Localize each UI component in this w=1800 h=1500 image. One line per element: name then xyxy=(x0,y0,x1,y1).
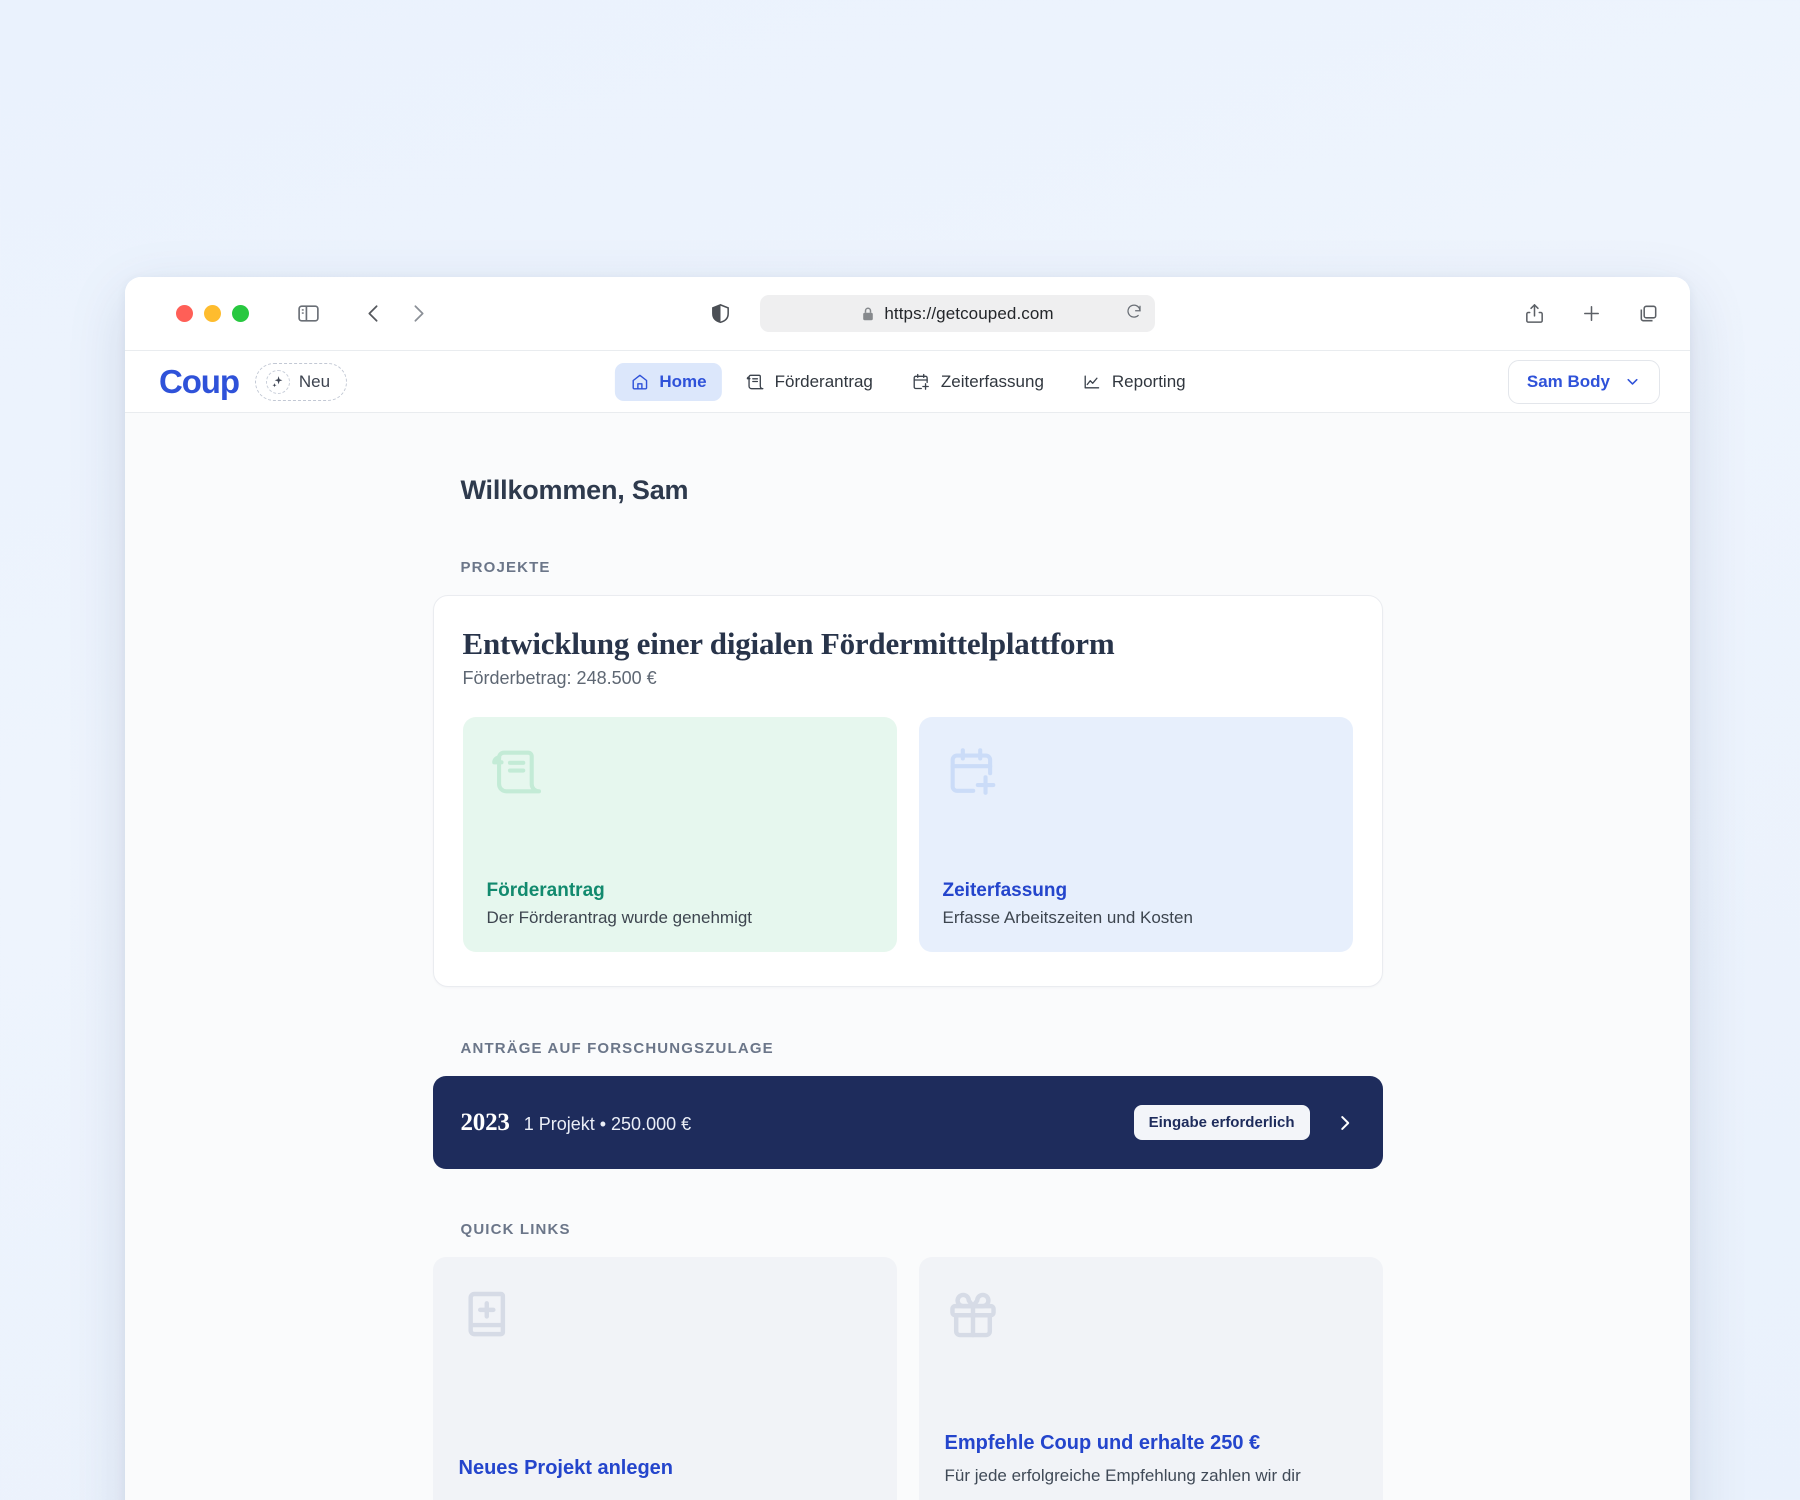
chart-line-icon xyxy=(1082,372,1102,392)
scroll-icon xyxy=(487,743,873,806)
plus-icon[interactable] xyxy=(1580,302,1603,325)
app-header: Coup Neu Home Förderantrag Zeiterfassung… xyxy=(125,351,1690,413)
grant-meta: 1 Projekt • 250.000 € xyxy=(523,1113,692,1134)
home-icon xyxy=(629,372,649,392)
tile-zeiterfassung[interactable]: Zeiterfassung Erfasse Arbeitszeiten und … xyxy=(918,717,1353,952)
page-title: Willkommen, Sam xyxy=(460,475,689,505)
project-subtitle: Förderbetrag: 248.500 € xyxy=(462,668,657,688)
minimize-window-button[interactable] xyxy=(204,305,221,322)
new-feature-label: Neu xyxy=(298,371,331,391)
address-bar[interactable]: https://getcouped.com xyxy=(760,295,1155,332)
quick-link-title: Empfehle Coup und erhalte 250 € xyxy=(944,1432,1261,1455)
toolbar-right-actions xyxy=(1523,302,1660,325)
back-arrow-icon[interactable] xyxy=(361,301,386,326)
book-plus-icon xyxy=(459,1287,871,1348)
tile-body: Förderantrag Der Förderantrag wurde gene… xyxy=(487,880,873,928)
gift-icon xyxy=(945,1287,1357,1348)
navigation-arrows xyxy=(361,301,431,326)
user-name: Sam Body xyxy=(1526,371,1610,391)
quick-link-new-project[interactable]: Neues Projekt anlegen xyxy=(432,1257,897,1500)
tile-foerderantrag[interactable]: Förderantrag Der Förderantrag wurde gene… xyxy=(462,717,897,952)
quick-link-referral[interactable]: Empfehle Coup und erhalte 250 € Für jede… xyxy=(918,1257,1383,1500)
nav-label-reporting: Reporting xyxy=(1111,371,1186,391)
sidebar-toggle-icon[interactable] xyxy=(296,301,321,326)
tile-body: Zeiterfassung Erfasse Arbeitszeiten und … xyxy=(943,880,1329,928)
project-title: Entwicklung einer digialen Fördermittelp… xyxy=(462,626,1115,661)
lock-icon xyxy=(861,306,875,322)
share-icon[interactable] xyxy=(1523,302,1546,325)
nav-label-foerderantrag: Förderantrag xyxy=(774,371,873,391)
grants-section: ANTRÄGE AUF FORSCHUNGSZULAGE 2023 1 Proj… xyxy=(432,1040,1383,1169)
tile-title: Förderantrag xyxy=(486,880,605,901)
nav-label-home: Home xyxy=(659,371,707,391)
shield-icon[interactable] xyxy=(709,302,732,325)
app-logo[interactable]: Coup xyxy=(159,365,240,398)
sparkle-icon xyxy=(265,369,290,394)
grant-year: 2023 xyxy=(460,1108,510,1136)
content-container: Willkommen, Sam PROJEKTE Entwicklung ein… xyxy=(432,413,1383,1500)
tile-title: Zeiterfassung xyxy=(942,880,1068,901)
scroll-icon xyxy=(745,372,765,392)
window-controls xyxy=(176,305,249,322)
nav-item-reporting[interactable]: Reporting xyxy=(1067,363,1201,401)
quick-links-section: QUICK LINKS Neues Projekt anlegen Empfeh… xyxy=(432,1221,1383,1500)
section-label-quick-links: QUICK LINKS xyxy=(460,1221,571,1238)
maximize-window-button[interactable] xyxy=(232,305,249,322)
project-tiles: Förderantrag Der Förderantrag wurde gene… xyxy=(462,717,1353,952)
calendar-plus-icon xyxy=(911,372,931,392)
banner-right: Eingabe erforderlich xyxy=(1133,1105,1356,1140)
reload-icon[interactable] xyxy=(1125,302,1143,325)
forward-arrow-icon[interactable] xyxy=(406,301,431,326)
close-window-button[interactable] xyxy=(176,305,193,322)
user-menu-button[interactable]: Sam Body xyxy=(1507,359,1660,404)
quick-link-description: Für jede erfolgreiche Empfehlung zahlen … xyxy=(944,1466,1301,1486)
nav-label-zeiterfassung: Zeiterfassung xyxy=(940,371,1044,391)
new-feature-badge[interactable]: Neu xyxy=(254,362,348,401)
browser-toolbar: https://getcouped.com xyxy=(125,277,1690,351)
nav-item-foerderantrag[interactable]: Förderantrag xyxy=(730,363,888,401)
banner-left: 2023 1 Projekt • 250.000 € xyxy=(461,1109,692,1137)
chevron-down-icon xyxy=(1624,373,1641,390)
project-card[interactable]: Entwicklung einer digialen Fördermittelp… xyxy=(432,595,1383,987)
page-content: Willkommen, Sam PROJEKTE Entwicklung ein… xyxy=(125,413,1690,1500)
brand: Coup Neu xyxy=(159,362,348,401)
section-label-antraege: ANTRÄGE AUF FORSCHUNGSZULAGE xyxy=(460,1040,774,1057)
browser-window: https://getcouped.com Coup Neu Home Förd… xyxy=(125,277,1690,1500)
grant-banner-2023[interactable]: 2023 1 Projekt • 250.000 € Eingabe erfor… xyxy=(432,1076,1383,1169)
url-text: https://getcouped.com xyxy=(884,303,1054,323)
tile-description: Der Förderantrag wurde genehmigt xyxy=(486,908,753,927)
tile-description: Erfasse Arbeitszeiten und Kosten xyxy=(942,908,1193,927)
quick-links-grid: Neues Projekt anlegen Empfehle Coup und … xyxy=(432,1257,1383,1500)
status-badge[interactable]: Eingabe erforderlich xyxy=(1133,1105,1310,1140)
chevron-right-icon[interactable] xyxy=(1334,1112,1356,1134)
main-navigation: Home Förderantrag Zeiterfassung Reportin… xyxy=(614,362,1201,401)
calendar-plus-icon xyxy=(943,743,1329,806)
quick-link-title: Neues Projekt anlegen xyxy=(458,1457,674,1479)
nav-item-zeiterfassung[interactable]: Zeiterfassung xyxy=(896,363,1059,401)
section-label-projekte: PROJEKTE xyxy=(460,559,551,576)
nav-item-home[interactable]: Home xyxy=(614,362,722,401)
tabs-icon[interactable] xyxy=(1637,302,1660,325)
